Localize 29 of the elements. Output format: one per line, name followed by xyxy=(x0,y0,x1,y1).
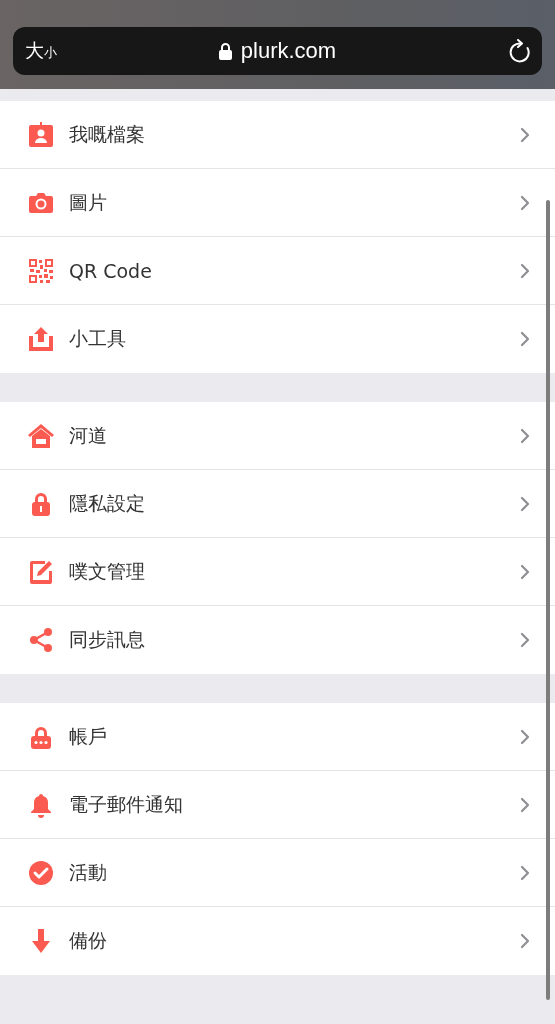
menu-item[interactable]: 我嘅檔案 xyxy=(0,101,555,169)
chevron-right-icon xyxy=(520,796,530,813)
chevron-right-icon xyxy=(520,427,530,444)
chevron-right-icon xyxy=(520,262,530,279)
house-icon xyxy=(28,422,54,449)
chevron-right-icon xyxy=(520,194,530,211)
url-text[interactable]: plurk.com xyxy=(240,38,337,64)
qr-code-icon xyxy=(28,257,54,284)
text-size-button[interactable]: 大小 xyxy=(25,38,57,64)
menu-item[interactable]: 同步訊息 xyxy=(0,606,555,674)
chevron-right-icon xyxy=(520,563,530,580)
edit-icon xyxy=(28,558,54,585)
chevron-right-icon xyxy=(520,632,530,648)
chevron-right-icon xyxy=(520,126,530,143)
bell-icon xyxy=(28,791,54,818)
check-circle-icon xyxy=(28,859,54,886)
padlock-icon xyxy=(218,42,232,60)
chevron-right-icon xyxy=(520,933,530,949)
reload-icon[interactable] xyxy=(508,39,530,63)
share-icon xyxy=(28,627,54,653)
menu-item[interactable]: 小工具 xyxy=(0,305,555,373)
chevron-right-icon xyxy=(520,864,530,881)
id-badge-icon xyxy=(28,121,54,148)
menu-item[interactable]: 備份 xyxy=(0,907,555,975)
chevron-right-icon xyxy=(520,495,530,512)
scrollbar[interactable] xyxy=(546,200,550,1000)
upload-icon xyxy=(28,326,54,352)
chevron-right-icon xyxy=(520,728,530,745)
chevron-right-icon xyxy=(520,331,530,347)
